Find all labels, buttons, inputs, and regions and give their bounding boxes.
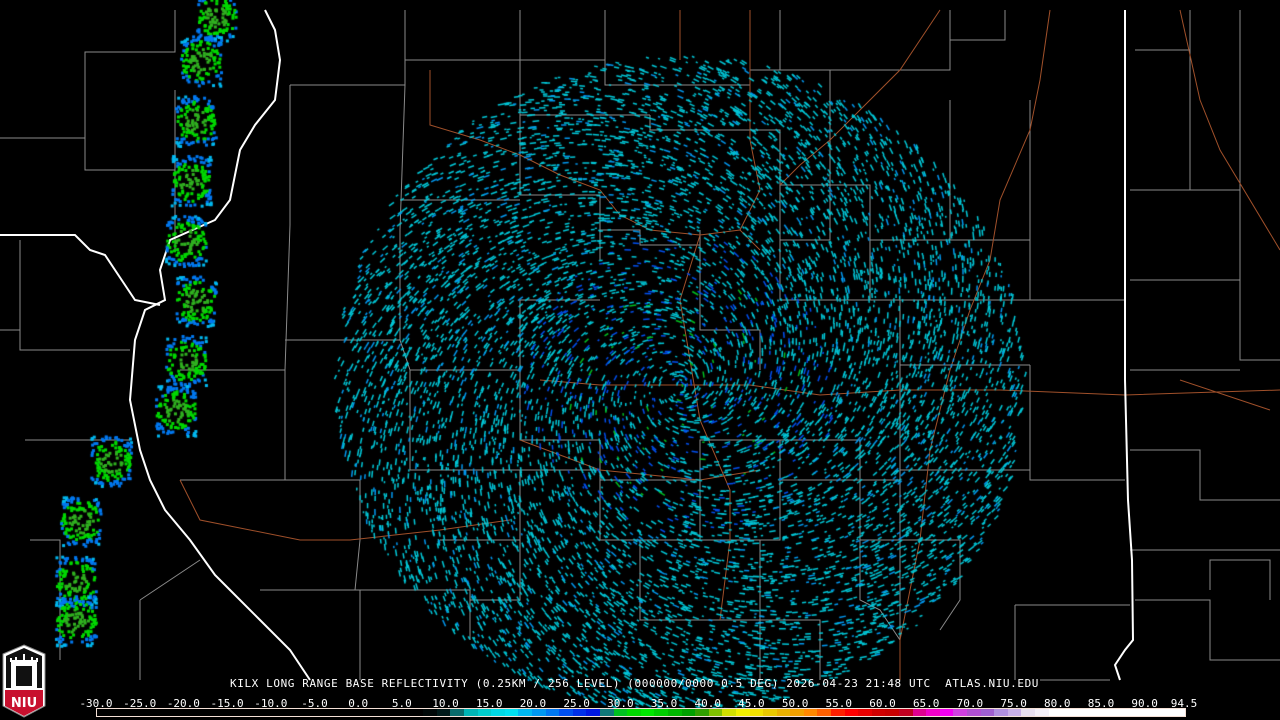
colorbar-segment bbox=[192, 709, 206, 716]
colorbar-segment bbox=[1170, 709, 1185, 716]
colorbar-segment bbox=[994, 709, 1008, 716]
colorbar-segment bbox=[151, 709, 165, 716]
colorbar-segment bbox=[559, 709, 573, 716]
colorbar-segment bbox=[423, 709, 437, 716]
colorbar-segment bbox=[586, 709, 600, 716]
colorbar-segment bbox=[328, 709, 342, 716]
colorbar-segment bbox=[681, 709, 696, 716]
colorbar-segment bbox=[912, 709, 927, 716]
colorbar-segment bbox=[137, 709, 152, 716]
colorbar-segment bbox=[273, 709, 288, 716]
colorbar-segment bbox=[1157, 709, 1171, 716]
colorbar-segment bbox=[1034, 709, 1049, 716]
colorbar-segment bbox=[97, 709, 111, 716]
colorbar-segment bbox=[341, 709, 356, 716]
radar-map-view: NIU KILX LONG RANGE BASE REFLECTIVITY (0… bbox=[0, 0, 1280, 720]
colorbar-segment bbox=[572, 709, 587, 716]
colorbar-segment bbox=[627, 709, 641, 716]
colorbar-segment bbox=[803, 709, 818, 716]
colorbar-segment bbox=[450, 709, 465, 716]
site-url: ATLAS.NIU.EDU bbox=[945, 677, 1040, 690]
colorbar-segment bbox=[1048, 709, 1063, 716]
colorbar-segment bbox=[355, 709, 369, 716]
colorbar-segment bbox=[477, 709, 492, 716]
resolution: (0.25KM / 256 LEVEL) bbox=[475, 677, 621, 690]
colorbar-segment bbox=[260, 709, 274, 716]
radar-reflectivity-layer bbox=[0, 0, 1280, 720]
colorbar-segment bbox=[1021, 709, 1035, 716]
colorbar-segment bbox=[844, 709, 859, 716]
time: 21:48 UTC bbox=[865, 677, 931, 690]
colorbar-segment bbox=[219, 709, 233, 716]
colorbar-segment bbox=[899, 709, 913, 716]
colorbar-segment bbox=[1089, 709, 1103, 716]
colorbar-segment bbox=[382, 709, 397, 716]
colorbar-segment bbox=[735, 709, 750, 716]
colorbar-segment bbox=[1143, 709, 1158, 716]
colorbar-segment bbox=[1075, 709, 1090, 716]
colorbar-segment bbox=[790, 709, 804, 716]
colorbar-segment bbox=[708, 709, 723, 716]
colorbar-segment bbox=[178, 709, 193, 716]
colorbar-segment bbox=[871, 709, 886, 716]
colorbar-segment bbox=[246, 709, 261, 716]
colorbar-segment bbox=[164, 709, 179, 716]
colorbar-segment bbox=[599, 709, 614, 716]
colorbar-segment bbox=[953, 709, 967, 716]
reflectivity-colorbar bbox=[96, 708, 1186, 717]
colorbar-segment bbox=[980, 709, 995, 716]
colorbar-segment bbox=[967, 709, 981, 716]
colorbar-segment bbox=[1130, 709, 1144, 716]
colorbar-segment bbox=[368, 709, 383, 716]
colorbar-segment bbox=[763, 709, 777, 716]
colorbar-segment bbox=[722, 709, 736, 716]
colorbar-segment bbox=[504, 709, 519, 716]
scan-info: (000000/0000 0.5 DEG) bbox=[627, 677, 779, 690]
colorbar-segment bbox=[314, 709, 329, 716]
colorbar-segment bbox=[1102, 709, 1117, 716]
colorbar-segment bbox=[436, 709, 451, 716]
product-caption: KILX LONG RANGE BASE REFLECTIVITY (0.25K… bbox=[230, 677, 1039, 690]
colorbar-segment bbox=[409, 709, 424, 716]
colorbar-segment bbox=[613, 709, 628, 716]
colorbar-segment bbox=[287, 709, 301, 716]
colorbar-segment bbox=[300, 709, 315, 716]
colorbar-segment bbox=[396, 709, 410, 716]
colorbar-segment bbox=[926, 709, 940, 716]
colorbar-segment bbox=[464, 709, 478, 716]
colorbar-segment bbox=[532, 709, 546, 716]
colorbar-segment bbox=[205, 709, 220, 716]
colorbar-segment bbox=[654, 709, 668, 716]
colorbar-segment bbox=[885, 709, 900, 716]
station-id: KILX bbox=[230, 677, 259, 690]
colorbar-segment bbox=[831, 709, 845, 716]
colorbar-segment bbox=[640, 709, 655, 716]
colorbar-segment bbox=[518, 709, 532, 716]
colorbar-segment bbox=[858, 709, 872, 716]
colorbar-segment bbox=[491, 709, 505, 716]
colorbar-segment bbox=[110, 709, 125, 716]
colorbar-segment bbox=[545, 709, 560, 716]
date: 2026-04-23 bbox=[786, 677, 859, 690]
colorbar-segment bbox=[695, 709, 709, 716]
colorbar-segment bbox=[667, 709, 682, 716]
colorbar-segment bbox=[939, 709, 954, 716]
colorbar-segment bbox=[124, 709, 138, 716]
colorbar-segment bbox=[1007, 709, 1022, 716]
colorbar-segment bbox=[749, 709, 764, 716]
colorbar-segment bbox=[776, 709, 791, 716]
colorbar-segment bbox=[1062, 709, 1076, 716]
colorbar-segment bbox=[232, 709, 247, 716]
colorbar-segment bbox=[817, 709, 832, 716]
colorbar-segment bbox=[1116, 709, 1131, 716]
product-name: LONG RANGE BASE REFLECTIVITY bbox=[266, 677, 469, 690]
